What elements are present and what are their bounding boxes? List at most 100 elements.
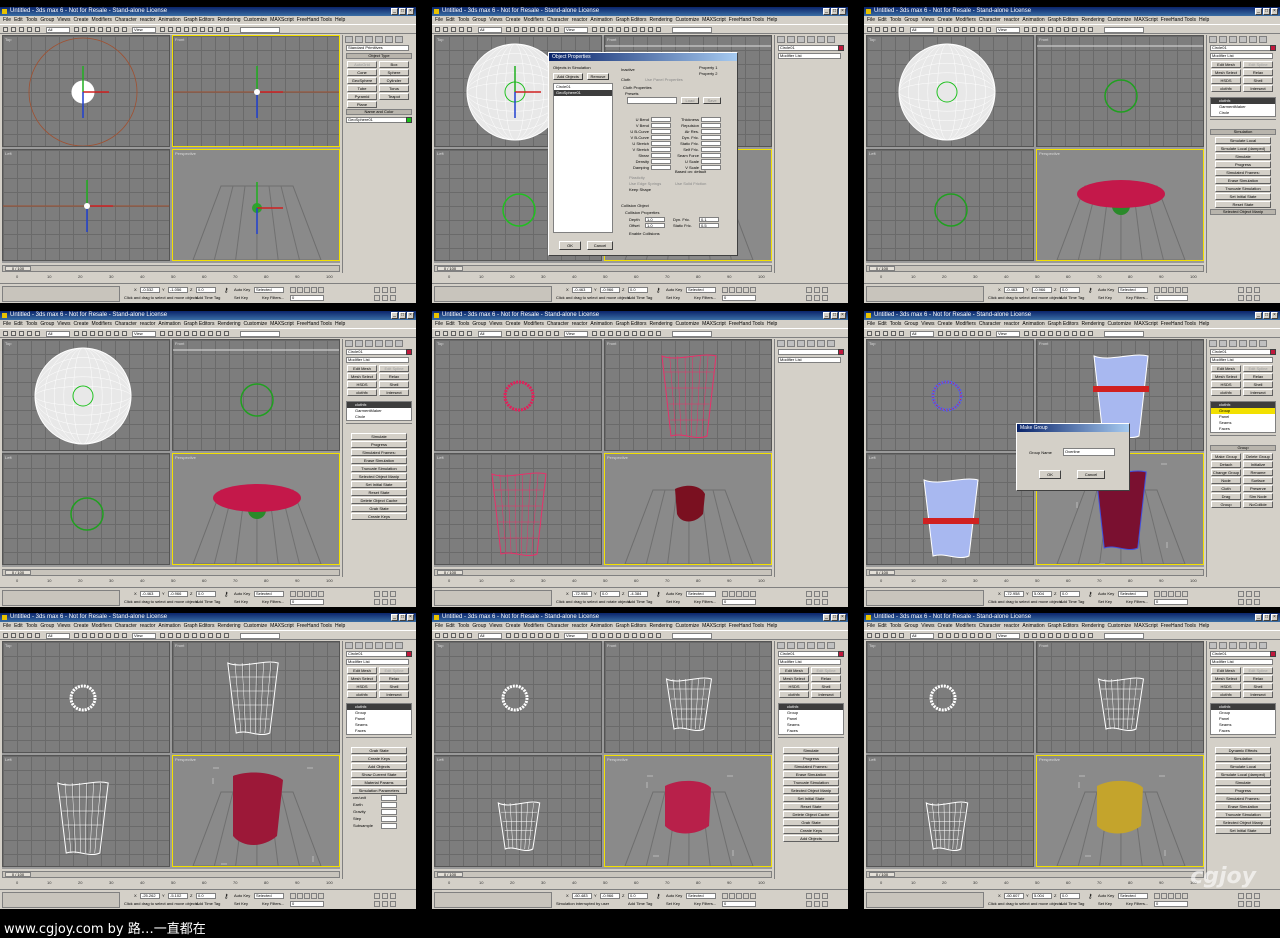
window-crossing-icon[interactable] <box>98 27 103 32</box>
maximize-button[interactable]: □ <box>1263 8 1270 15</box>
quick-render-icon[interactable] <box>224 331 229 336</box>
mirror-icon[interactable] <box>1032 633 1037 638</box>
sim-button-grab-state[interactable]: Grab State <box>351 505 407 512</box>
menu-item-reactor[interactable]: reactor <box>1004 320 1020 328</box>
menu-item-customize[interactable]: Customize <box>1108 320 1132 328</box>
align-icon[interactable] <box>608 27 613 32</box>
time-slider[interactable]: 0 / 100 <box>866 871 1204 878</box>
modify-tab[interactable] <box>1219 642 1227 649</box>
viewport-top[interactable]: Top <box>866 339 1034 451</box>
menu-item-character[interactable]: Character <box>547 622 569 630</box>
reference-coord-dropdown[interactable]: View <box>132 633 156 639</box>
sim-button-progress[interactable]: Progress <box>783 755 839 762</box>
rotate-icon[interactable] <box>978 331 983 336</box>
prev-frame-icon[interactable] <box>297 893 303 899</box>
close-button[interactable]: × <box>1271 312 1278 319</box>
scale-icon[interactable] <box>986 633 991 638</box>
zoom-all-icon[interactable] <box>1246 893 1252 899</box>
cloth-param-field[interactable] <box>651 153 671 158</box>
schematic-icon[interactable] <box>1064 633 1069 638</box>
menu-item-group[interactable]: Group <box>904 622 918 630</box>
redo-icon[interactable] <box>443 331 448 336</box>
current-frame-field[interactable]: 0 <box>1154 599 1188 605</box>
group-button-make-group[interactable]: Make Group <box>1211 453 1241 460</box>
pan-icon[interactable] <box>1238 901 1244 907</box>
sim-button-create-keys[interactable]: Create Keys <box>351 755 407 762</box>
unlink-icon[interactable] <box>27 331 32 336</box>
sim-button-set-initial-state[interactable]: Set Initial State <box>1215 193 1271 200</box>
group-button-surface[interactable]: Surface <box>1243 477 1273 484</box>
modifier-button-edit-spline[interactable]: Edit Spline <box>379 365 409 372</box>
menu-item-character[interactable]: Character <box>115 622 137 630</box>
group-button-node[interactable]: Node <box>1211 477 1241 484</box>
bind-icon[interactable] <box>35 331 40 336</box>
modifier-button-torus[interactable]: Torus <box>379 85 409 92</box>
curve-editor-icon[interactable] <box>192 633 197 638</box>
go-start-icon[interactable] <box>722 591 728 597</box>
link-icon[interactable] <box>19 331 24 336</box>
menu-item-modifiers[interactable]: Modifiers <box>92 622 112 630</box>
modifier-button-intersect[interactable]: Intersect <box>379 389 409 396</box>
rotate-icon[interactable] <box>114 331 119 336</box>
unlink-icon[interactable] <box>27 633 32 638</box>
curve-editor-icon[interactable] <box>1056 633 1061 638</box>
modifier-list-dropdown[interactable]: Modifier List <box>778 659 841 665</box>
key-filters-button[interactable]: Key Filters... <box>694 599 716 604</box>
rotate-icon[interactable] <box>546 633 551 638</box>
coord-field-x[interactable]: -0.463 <box>140 591 160 597</box>
schematic-icon[interactable] <box>632 27 637 32</box>
create-tab[interactable] <box>345 340 353 347</box>
menu-item-rendering[interactable]: Rendering <box>649 16 672 24</box>
menu-item-create[interactable]: Create <box>506 320 521 328</box>
motion-tab[interactable] <box>807 340 815 347</box>
curve-editor-icon[interactable] <box>624 331 629 336</box>
link-icon[interactable] <box>19 633 24 638</box>
key-filters-button[interactable]: Key Filters... <box>694 901 716 906</box>
sim-button-create-keys[interactable]: Create Keys <box>783 827 839 834</box>
set-key-button[interactable]: Set Key <box>234 295 248 300</box>
viewport-perspective[interactable]: Perspective <box>1036 149 1204 261</box>
next-frame-icon[interactable] <box>311 591 317 597</box>
viewport-front[interactable]: Front <box>172 339 340 451</box>
redo-icon[interactable] <box>875 331 880 336</box>
modifier-button-intersect[interactable]: Intersect <box>1243 85 1273 92</box>
modifier-button-shell[interactable]: Shell <box>1243 683 1273 690</box>
selection-filter-dropdown[interactable]: All <box>478 633 502 639</box>
coord-field-z[interactable]: -4.384 <box>628 591 648 597</box>
bind-icon[interactable] <box>899 331 904 336</box>
menu-item-graph-editors[interactable]: Graph Editors <box>616 622 647 630</box>
menu-item-help[interactable]: Help <box>335 622 345 630</box>
group-button-preserve[interactable]: Preserve <box>1243 485 1273 492</box>
go-end-icon[interactable] <box>1182 893 1188 899</box>
viewport-top[interactable]: Top <box>2 35 170 147</box>
menu-item-edit[interactable]: Edit <box>446 622 455 630</box>
next-frame-icon[interactable] <box>1175 287 1181 293</box>
utilities-tab[interactable] <box>395 36 403 43</box>
menu-item-customize[interactable]: Customize <box>244 622 268 630</box>
pivot-icon[interactable] <box>592 633 597 638</box>
set-key-button[interactable]: Set Key <box>1098 599 1112 604</box>
arc-rotate-icon[interactable] <box>382 295 388 301</box>
select-icon[interactable] <box>506 633 511 638</box>
modifier-button-clothfx[interactable]: clothfx <box>1211 691 1241 698</box>
sim-button-simulate-local-damped-[interactable]: Simulate Local (damped) <box>1215 771 1271 778</box>
quick-render-icon[interactable] <box>656 27 661 32</box>
menu-item-group[interactable]: Group <box>40 16 54 24</box>
display-tab[interactable] <box>1249 340 1257 347</box>
auto-key-button[interactable]: Auto Key <box>234 591 250 596</box>
go-end-icon[interactable] <box>1182 591 1188 597</box>
sim-button-reset-state[interactable]: Reset State <box>351 489 407 496</box>
modifier-button-mesh-select[interactable]: Mesh Select <box>347 675 377 682</box>
modifier-button-hsds[interactable]: HSDS <box>347 381 377 388</box>
key-mode-dropdown[interactable]: Selected <box>686 287 716 293</box>
modifier-button-plane[interactable]: Plane <box>347 101 377 108</box>
menu-item-file[interactable]: File <box>435 622 443 630</box>
viewport-left[interactable]: Left <box>2 453 170 565</box>
modifier-list-dropdown[interactable]: Modifier List <box>1210 53 1273 59</box>
stack-item[interactable]: Faces <box>779 728 843 734</box>
modifier-list-dropdown[interactable]: Modifier List <box>778 357 841 363</box>
go-start-icon[interactable] <box>722 893 728 899</box>
menu-item-graph-editors[interactable]: Graph Editors <box>184 320 215 328</box>
add-time-tag-button[interactable]: Add Time Tag <box>1060 901 1084 906</box>
display-tab[interactable] <box>817 642 825 649</box>
